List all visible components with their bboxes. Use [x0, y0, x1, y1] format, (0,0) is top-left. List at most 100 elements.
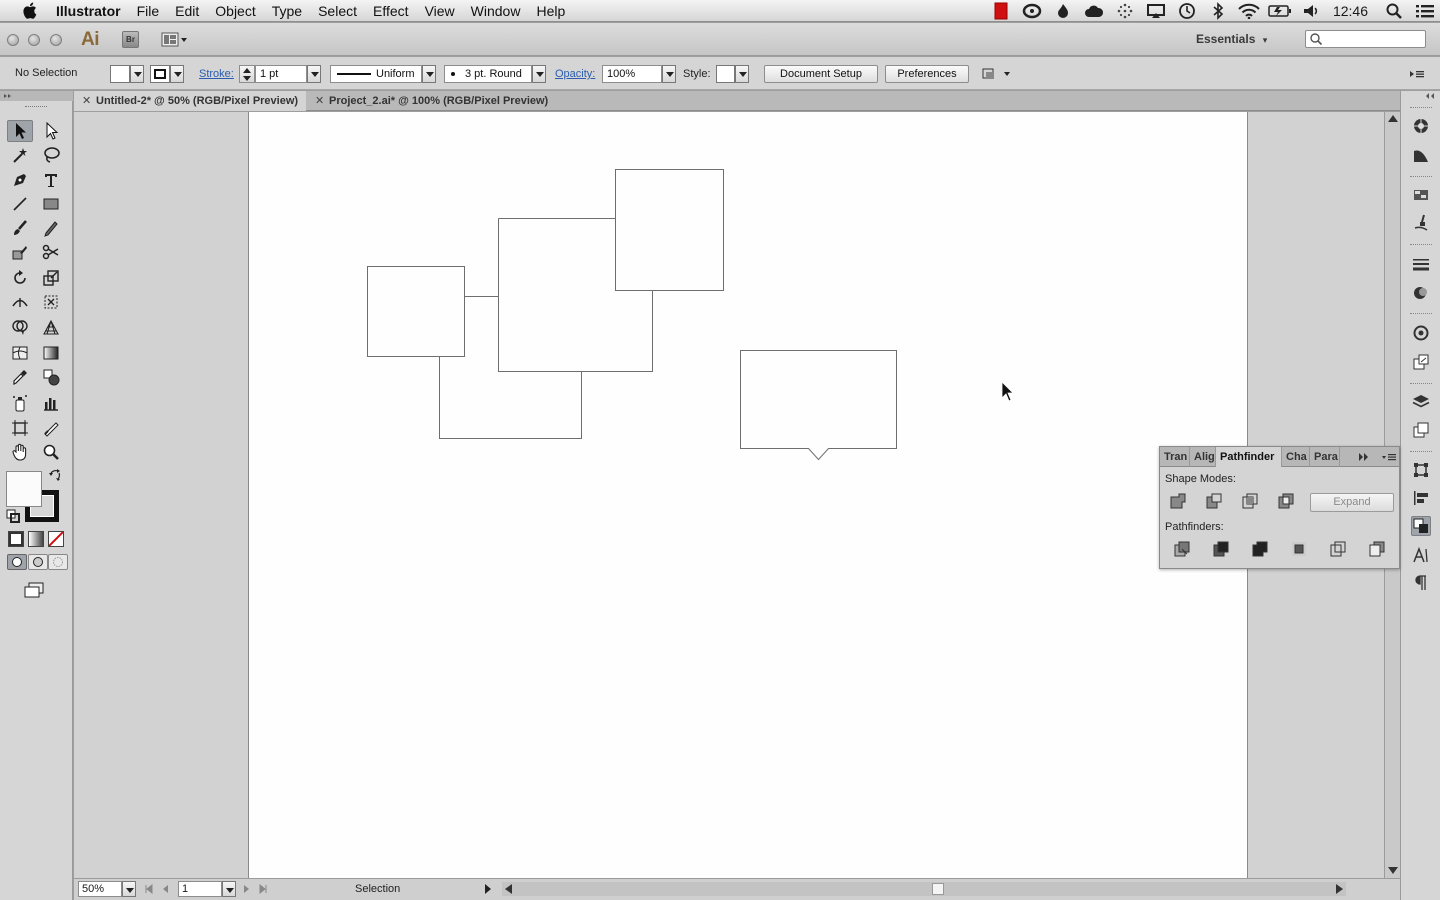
transform-icon[interactable]	[1411, 460, 1431, 480]
merge-icon[interactable]	[1250, 540, 1270, 558]
minus-front-icon[interactable]	[1204, 492, 1224, 510]
minus-back-icon[interactable]	[1367, 540, 1387, 558]
first-prev-artboard-icons[interactable]	[138, 881, 178, 897]
clock[interactable]: 12:46	[1327, 3, 1378, 19]
apple-icon[interactable]	[18, 2, 40, 19]
color-panel-icon[interactable]	[1411, 145, 1431, 165]
menu-edit[interactable]: Edit	[167, 0, 207, 22]
default-fill-stroke-icon[interactable]	[6, 509, 20, 526]
draw-behind-button[interactable]	[28, 554, 48, 570]
graphic-styles-icon[interactable]	[1411, 323, 1431, 343]
graphic-style-swatch[interactable]	[716, 65, 735, 83]
brush-definition[interactable]: 3 pt. Round	[444, 65, 532, 83]
variable-width-profile[interactable]: Uniform	[330, 65, 422, 83]
eyedropper-tool[interactable]	[7, 366, 33, 388]
scissors-tool[interactable]	[38, 241, 64, 263]
zoom-dropdown[interactable]	[122, 881, 136, 897]
current-tool-status[interactable]: Selection	[355, 883, 400, 895]
profile-dropdown[interactable]	[422, 65, 436, 83]
symbols-icon[interactable]	[1411, 352, 1431, 372]
horizontal-scrollbar[interactable]	[502, 882, 1346, 896]
preferences-button[interactable]: Preferences	[885, 65, 969, 83]
more-tabs-icon[interactable]	[1356, 447, 1372, 467]
zoom-tool[interactable]	[38, 441, 64, 463]
search-help-input[interactable]	[1305, 30, 1426, 48]
close-window-button[interactable]	[7, 34, 19, 46]
notification-center-icon[interactable]	[1409, 0, 1440, 22]
draw-normal-button[interactable]	[7, 554, 27, 570]
scale-tool[interactable]	[38, 267, 64, 289]
flame-icon[interactable]	[1048, 0, 1079, 22]
tab-pathfinder[interactable]: Pathfinder	[1216, 447, 1282, 467]
stroke-panel-icon[interactable]	[1411, 254, 1431, 274]
swatches-icon[interactable]	[1411, 185, 1431, 205]
brushes-icon[interactable]	[1411, 213, 1431, 233]
tab-character[interactable]: Cha	[1282, 447, 1310, 467]
column-graph-tool[interactable]	[38, 392, 64, 414]
tools-panel-header[interactable]	[0, 91, 73, 101]
selection-tool[interactable]	[7, 120, 33, 142]
paintbrush-tool[interactable]	[7, 217, 33, 239]
screen-mode-button[interactable]	[23, 581, 47, 602]
type-tool[interactable]	[38, 169, 64, 191]
tab-paragraph[interactable]: Para	[1310, 447, 1340, 467]
dots-grid-icon[interactable]	[1110, 0, 1141, 22]
align-icon[interactable]	[1411, 488, 1431, 508]
tab-align[interactable]: Alig	[1190, 447, 1216, 467]
brush-dropdown[interactable]	[532, 65, 546, 83]
arrange-documents-button[interactable]	[160, 30, 192, 49]
close-tab-icon[interactable]: ✕	[315, 91, 324, 111]
menu-object[interactable]: Object	[207, 0, 263, 22]
time-machine-icon[interactable]	[1172, 0, 1203, 22]
pencil-tool[interactable]	[38, 217, 64, 239]
bluetooth-icon[interactable]	[1203, 0, 1234, 22]
opacity-dropdown[interactable]	[662, 65, 676, 83]
stroke-weight-dropdown[interactable]	[307, 65, 321, 83]
style-dropdown[interactable]	[735, 65, 749, 83]
wifi-icon[interactable]	[1234, 0, 1265, 22]
outline-icon[interactable]	[1328, 540, 1348, 558]
artboard-number-field[interactable]: 1	[178, 881, 222, 897]
menu-file[interactable]: File	[129, 0, 168, 22]
none-mode-button[interactable]	[48, 531, 64, 547]
draw-inside-button[interactable]	[48, 554, 68, 570]
next-last-artboard-icons[interactable]	[238, 881, 278, 897]
fill-swatch[interactable]	[110, 65, 130, 83]
battery-icon[interactable]	[1265, 0, 1296, 22]
color-guide-icon[interactable]	[1411, 116, 1431, 136]
menu-view[interactable]: View	[417, 0, 463, 22]
opacity-field[interactable]: 100%	[602, 65, 662, 83]
menu-select[interactable]: Select	[310, 0, 365, 22]
menu-app-name[interactable]: Illustrator	[56, 0, 129, 22]
blend-tool[interactable]	[38, 366, 64, 388]
rotate-tool[interactable]	[7, 267, 33, 289]
status-menu-arrow[interactable]	[482, 883, 494, 895]
opacity-panel-link[interactable]: Opacity:	[555, 68, 595, 80]
exclude-icon[interactable]	[1276, 492, 1296, 510]
document-setup-button[interactable]: Document Setup	[764, 65, 878, 83]
gradient-tool[interactable]	[38, 342, 64, 364]
width-tool[interactable]	[7, 291, 33, 313]
stroke-dropdown[interactable]	[170, 65, 184, 83]
artboards-icon[interactable]	[1411, 420, 1431, 440]
workspace-switcher[interactable]: Essentials ▾	[1196, 32, 1267, 46]
expand-button[interactable]: Expand	[1310, 493, 1394, 512]
perspective-grid-tool[interactable]	[38, 316, 64, 338]
shape-builder-tool[interactable]	[7, 316, 33, 338]
magic-wand-tool[interactable]	[7, 144, 33, 166]
character-icon[interactable]	[1411, 545, 1431, 565]
layers-icon[interactable]	[1411, 392, 1431, 412]
align-options-button[interactable]	[980, 65, 1014, 83]
stroke-panel-link[interactable]: Stroke:	[199, 68, 234, 80]
tab-transform[interactable]: Tran	[1160, 447, 1190, 467]
creative-cloud-icon[interactable]	[1017, 0, 1048, 22]
slice-tool[interactable]	[38, 417, 64, 439]
crop-icon[interactable]	[1289, 540, 1309, 558]
free-transform-tool[interactable]	[38, 291, 64, 313]
zoom-window-button[interactable]	[50, 34, 62, 46]
stroke-swatch[interactable]	[150, 65, 170, 83]
trim-icon[interactable]	[1211, 540, 1231, 558]
swap-fill-stroke-icon[interactable]	[48, 468, 62, 485]
stroke-weight-stepper[interactable]	[239, 65, 255, 83]
rectangle-tool[interactable]	[38, 193, 64, 215]
